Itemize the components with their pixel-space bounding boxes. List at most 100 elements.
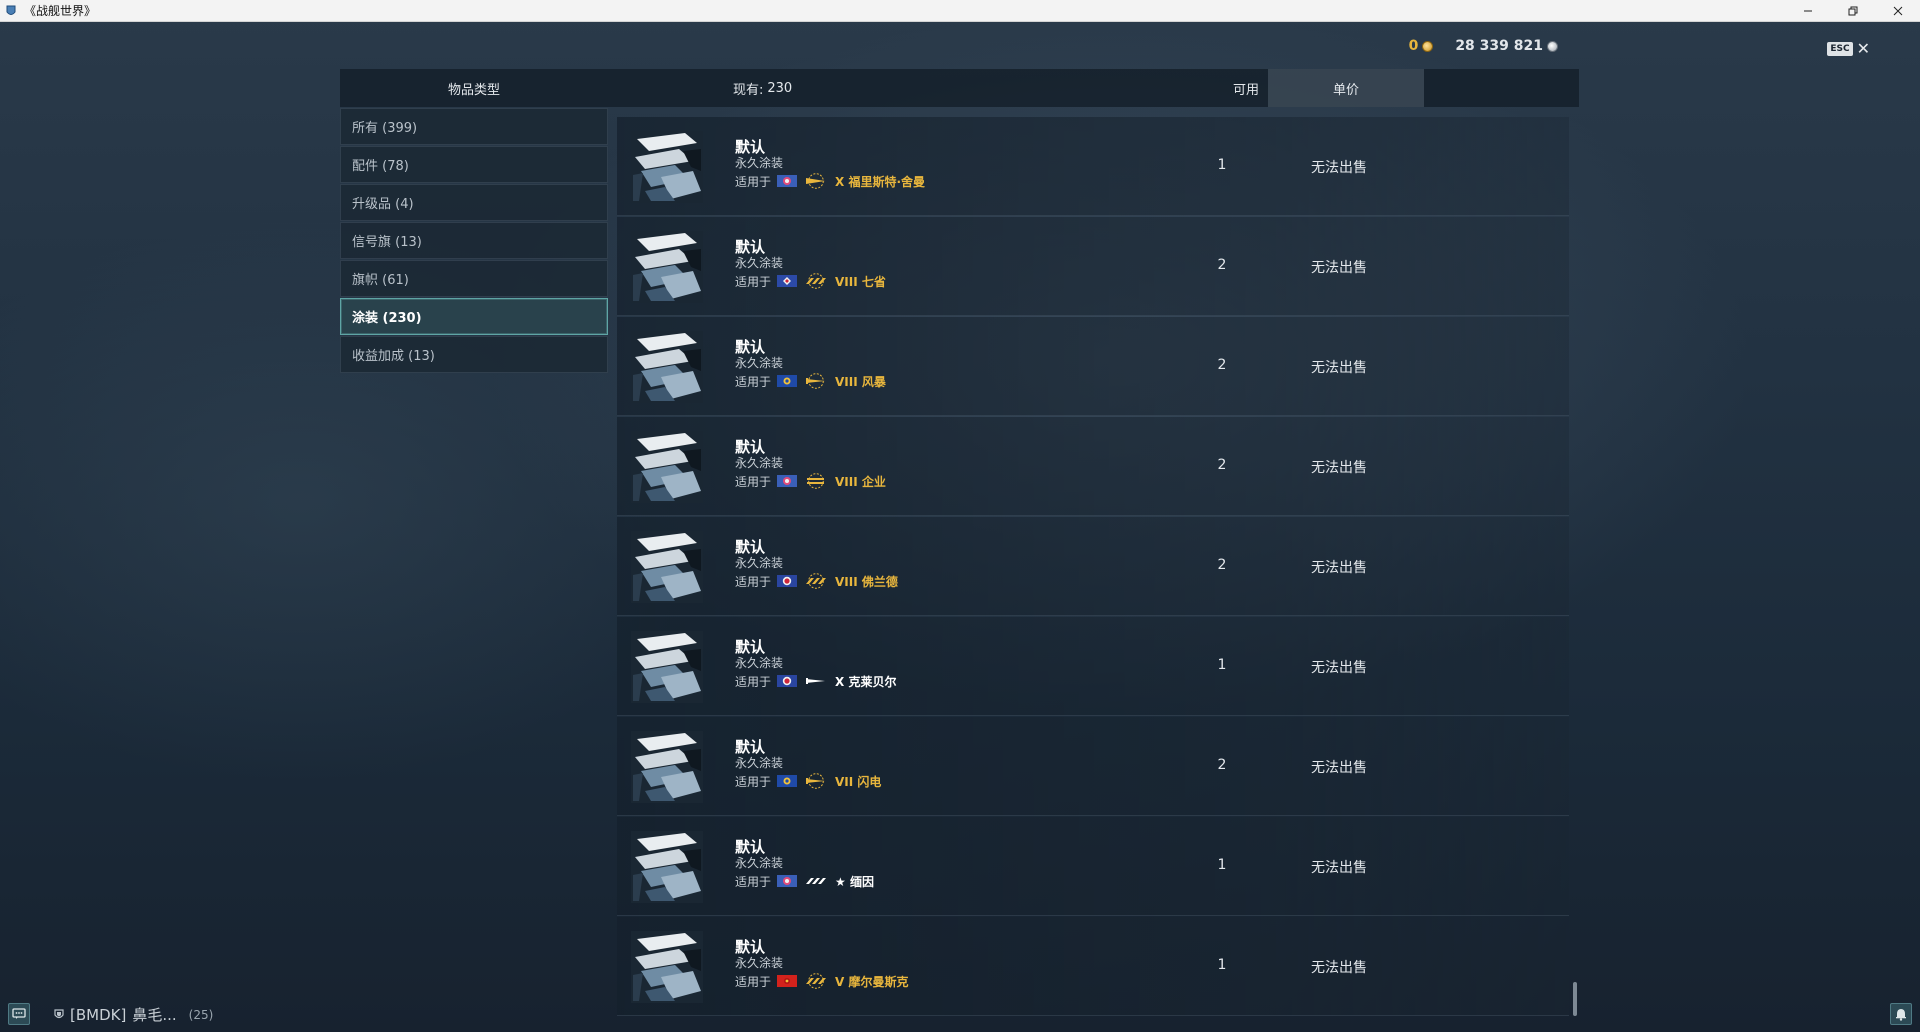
applies-to-label: 适用于 [735, 374, 772, 389]
available-count: 1 [1217, 957, 1227, 973]
applies-to-label: 适用于 [735, 974, 772, 989]
camouflage-item-row[interactable]: 默认 永久涂装 适用于 VII 闪电 2 无法出售 [617, 717, 1569, 816]
applies-to-label: 适用于 [735, 574, 772, 589]
category-camouflage[interactable]: 涂装 (230) [340, 298, 608, 335]
ship-name: VII 闪电 [835, 774, 882, 789]
category-modules[interactable]: 配件 (78) [340, 146, 608, 183]
flag-cn-icon [777, 975, 798, 987]
available-count: 2 [1217, 357, 1227, 373]
clan-tag: [BMDK] [70, 1005, 127, 1024]
available-count: 2 [1217, 457, 1227, 473]
camouflage-item-list[interactable]: 默认 永久涂装 适用于 X 福里斯特·舍曼 1 无法出售 默认 永久涂装 适用于 VIII 七省 2… [617, 117, 1569, 1019]
applies-to: 适用于 X 福里斯特·舍曼 [735, 172, 925, 190]
app-icon [4, 4, 18, 18]
available-count: 1 [1217, 857, 1227, 873]
flag-us-icon [777, 475, 798, 487]
applies-to: 适用于 VII 闪电 [735, 772, 881, 790]
unit-price: 无法出售 [1311, 860, 1367, 876]
applies-to: 适用于 ★ 缅因 [735, 872, 874, 890]
ship-name: VIII 风暴 [835, 374, 886, 389]
owned-label: 现有: [733, 82, 764, 98]
cruiser-class-icon [803, 773, 829, 789]
unit-price: 无法出售 [1311, 460, 1367, 476]
camouflage-item-row[interactable]: 默认 永久涂装 适用于 V 摩尔曼斯克 1 无法出售 [617, 917, 1569, 1016]
available-count: 2 [1217, 757, 1227, 773]
window-title: 《战舰世界》 [24, 4, 97, 18]
unit-price: 无法出售 [1311, 560, 1367, 576]
available-count: 1 [1217, 157, 1227, 173]
applies-to: 适用于 VIII 企业 [735, 472, 886, 490]
category-all[interactable]: 所有 (399) [340, 108, 608, 145]
flag-uk-icon [777, 275, 798, 287]
ship-name: V 摩尔曼斯克 [835, 974, 909, 989]
chat-button[interactable] [8, 1003, 30, 1025]
column-available-sort[interactable]: 可用 [1216, 69, 1276, 107]
unit-price: 无法出售 [1311, 660, 1367, 676]
flag-eu-icon [777, 375, 798, 387]
unit-price: 无法出售 [1311, 360, 1367, 376]
ship-name: X 福里斯特·舍曼 [835, 174, 926, 189]
ship-name: VIII 七省 [835, 274, 886, 289]
applies-to-label: 适用于 [735, 674, 772, 689]
applies-to: 适用于 X 克莱贝尔 [735, 672, 896, 690]
destroyer-class-icon [803, 273, 829, 289]
applies-to: 适用于 VIII 七省 [735, 272, 886, 290]
ship-name: ★ 缅因 [835, 874, 874, 889]
ship-name: X 克莱贝尔 [835, 674, 897, 689]
cruiser-class-icon [803, 373, 829, 389]
camouflage-item-row[interactable]: 默认 永久涂装 适用于 VIII 七省 2 无法出售 [617, 217, 1569, 316]
camouflage-item-row[interactable]: 默认 永久涂装 适用于 X 福里斯特·舍曼 1 无法出售 [617, 117, 1569, 216]
currency-display: 0 28 339 821 [1409, 38, 1558, 54]
category-upgrades[interactable]: 升级品 (4) [340, 184, 608, 221]
camouflage-item-row[interactable]: 默认 永久涂装 适用于 VIII 企业 2 无法出售 [617, 417, 1569, 516]
camouflage-item-row[interactable]: 默认 永久涂装 适用于 VIII 佛兰德 2 无法出售 [617, 517, 1569, 616]
destroyer-class-icon [803, 573, 829, 589]
flag-eu-icon [777, 775, 798, 787]
esc-key-hint: ESC [1827, 42, 1853, 56]
esc-close-button[interactable]: ESC ✕ [1827, 41, 1870, 57]
available-count: 2 [1217, 557, 1227, 573]
camouflage-item-row[interactable]: 默认 永久涂装 适用于 X 克莱贝尔 1 无法出售 [617, 617, 1569, 716]
unit-price: 无法出售 [1311, 260, 1367, 276]
restore-icon [1848, 6, 1857, 16]
category-flags[interactable]: 旗帜 (61) [340, 260, 608, 297]
item-type: 永久涂装 [735, 956, 784, 970]
silver-amount: 28 339 821 [1455, 38, 1543, 54]
item-type: 永久涂装 [735, 556, 784, 570]
destroyer-class-icon [803, 973, 829, 989]
item-type: 永久涂装 [735, 456, 784, 470]
restore-button[interactable] [1830, 0, 1875, 22]
applies-to-label: 适用于 [735, 774, 772, 789]
category-economic-bonuses[interactable]: 收益加成 (13) [340, 336, 608, 373]
list-scrollbar[interactable] [1573, 982, 1577, 1016]
category-sidebar: 所有 (399) 配件 (78) 升级品 (4) 信号旗 (13) 旗帜 (61… [340, 108, 608, 374]
camouflage-thumbnail-icon [631, 531, 703, 603]
camouflage-thumbnail-icon [631, 731, 703, 803]
item-type: 永久涂装 [735, 356, 784, 370]
column-item-type: 物品类型 [447, 82, 500, 98]
unit-price: 无法出售 [1311, 960, 1367, 976]
notifications-button[interactable] [1890, 1003, 1912, 1025]
gold-balance: 0 [1409, 38, 1434, 54]
player-name: 鼻毛... [132, 1006, 177, 1024]
clan-info[interactable]: [BMDK] 鼻毛... (25) [54, 1004, 213, 1025]
close-window-button[interactable] [1875, 0, 1920, 22]
minimize-icon [1803, 10, 1812, 12]
flag-fr-icon [777, 575, 798, 587]
applies-to: 适用于 VIII 佛兰德 [735, 572, 898, 590]
flag-us-icon [777, 175, 798, 187]
available-count: 2 [1217, 257, 1227, 273]
bell-icon [1896, 1008, 1906, 1021]
close-icon[interactable]: ✕ [1857, 41, 1870, 57]
silver-coin-icon [1547, 40, 1558, 52]
category-signals[interactable]: 信号旗 (13) [340, 222, 608, 259]
column-unit-price-sort[interactable]: 单价 [1268, 69, 1424, 107]
available-count: 1 [1217, 657, 1227, 673]
clan-shield-icon [54, 1008, 64, 1018]
camouflage-thumbnail-icon [631, 331, 703, 403]
camouflage-item-row[interactable]: 默认 永久涂装 适用于 ★ 缅因 1 无法出售 [617, 817, 1569, 916]
close-icon [1893, 6, 1902, 16]
camouflage-item-row[interactable]: 默认 永久涂装 适用于 VIII 风暴 2 无法出售 [617, 317, 1569, 416]
item-type: 永久涂装 [735, 856, 784, 870]
minimize-button[interactable] [1785, 0, 1830, 22]
